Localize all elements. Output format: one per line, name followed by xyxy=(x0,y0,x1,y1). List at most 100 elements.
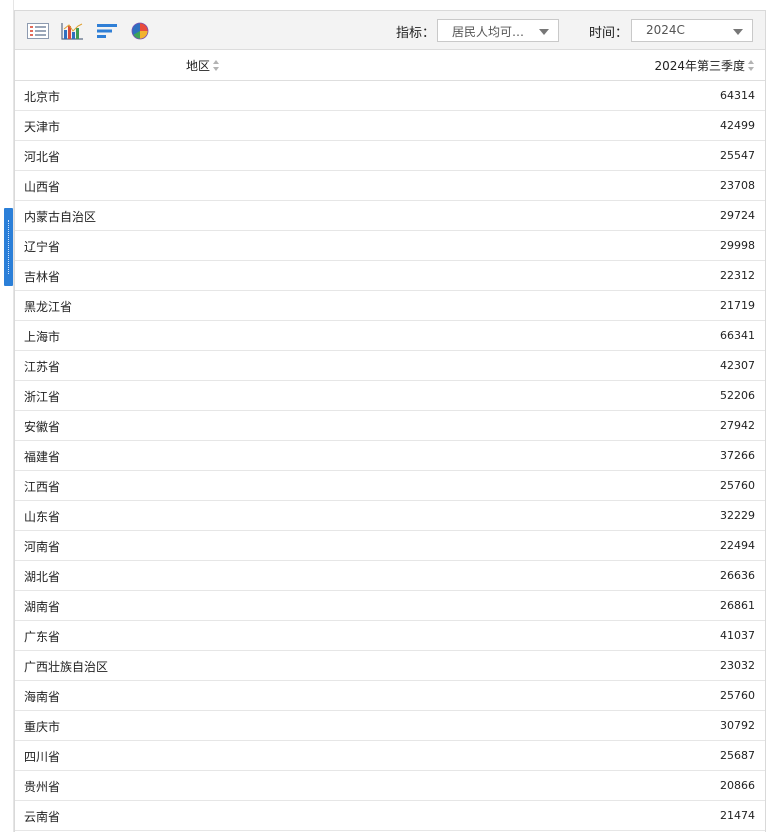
table-row[interactable]: 重庆市 30792 xyxy=(15,711,765,741)
table-row[interactable]: 湖南省 26861 xyxy=(15,591,765,621)
table-row[interactable]: 吉林省 22312 xyxy=(15,261,765,291)
table-row[interactable]: 上海市 66341 xyxy=(15,321,765,351)
table-row[interactable]: 山东省 32229 xyxy=(15,501,765,531)
region-cell: 江苏省 xyxy=(24,360,61,374)
value-cell: 22494 xyxy=(720,539,755,552)
page: 指标： 居民人均可… 时间： 2024C 地区 2024年第三季度 北京市 643… xyxy=(0,0,772,832)
region-cell: 上海市 xyxy=(24,330,61,344)
region-cell: 海南省 xyxy=(24,690,61,704)
grip-icon xyxy=(8,220,10,274)
time-label: 时间： xyxy=(589,26,629,41)
region-cell: 安徽省 xyxy=(24,420,61,434)
region-cell: 江西省 xyxy=(24,480,61,494)
value-cell: 52206 xyxy=(720,389,755,402)
region-cell: 河南省 xyxy=(24,540,61,554)
region-cell: 辽宁省 xyxy=(24,240,61,254)
region-cell: 天津市 xyxy=(24,120,61,134)
bar-chart-icon[interactable] xyxy=(60,21,84,41)
table-row[interactable]: 天津市 42499 xyxy=(15,111,765,141)
table-row[interactable]: 安徽省 27942 xyxy=(15,411,765,441)
region-cell: 湖北省 xyxy=(24,570,61,584)
chevron-down-icon xyxy=(733,29,743,35)
indicator-label: 指标： xyxy=(396,26,436,41)
value-cell: 26861 xyxy=(720,599,755,612)
value-cell: 25547 xyxy=(720,149,755,162)
value-cell: 29998 xyxy=(720,239,755,252)
table-row[interactable]: 辽宁省 29998 xyxy=(15,231,765,261)
region-cell: 贵州省 xyxy=(24,780,61,794)
value-cell: 42499 xyxy=(720,119,755,132)
value-cell: 41037 xyxy=(720,629,755,642)
region-cell: 福建省 xyxy=(24,450,61,464)
region-cell: 山东省 xyxy=(24,510,61,524)
value-cell: 26636 xyxy=(720,569,755,582)
time-select-value: 2024C xyxy=(646,23,685,37)
region-column-label: 地区 xyxy=(186,59,211,73)
sort-icon[interactable] xyxy=(748,60,755,71)
value-cell: 23708 xyxy=(720,179,755,192)
indicator-select-value: 居民人均可… xyxy=(452,25,525,39)
region-cell: 山西省 xyxy=(24,180,61,194)
table-row[interactable]: 河南省 22494 xyxy=(15,531,765,561)
value-cell: 27942 xyxy=(720,419,755,432)
value-cell: 32229 xyxy=(720,509,755,522)
table-row[interactable]: 贵州省 20866 xyxy=(15,771,765,801)
region-cell: 黑龙江省 xyxy=(24,300,73,314)
value-cell: 25687 xyxy=(720,749,755,762)
sort-icon[interactable] xyxy=(213,60,220,71)
region-cell: 北京市 xyxy=(24,90,61,104)
value-cell: 23032 xyxy=(720,659,755,672)
value-cell: 66341 xyxy=(720,329,755,342)
region-cell: 内蒙古自治区 xyxy=(24,210,97,224)
region-cell: 吉林省 xyxy=(24,270,61,284)
table-row[interactable]: 河北省 25547 xyxy=(15,141,765,171)
table-row[interactable]: 黑龙江省 21719 xyxy=(15,291,765,321)
region-cell: 浙江省 xyxy=(24,390,61,404)
value-cell: 37266 xyxy=(720,449,755,462)
value-column-label: 2024年第三季度 xyxy=(654,59,745,73)
table-row[interactable]: 湖北省 26636 xyxy=(15,561,765,591)
table-row[interactable]: 江西省 25760 xyxy=(15,471,765,501)
value-cell: 22312 xyxy=(720,269,755,282)
region-cell: 广西壮族自治区 xyxy=(24,660,109,674)
table-row[interactable]: 内蒙古自治区 29724 xyxy=(15,201,765,231)
table-row[interactable]: 广西壮族自治区 23032 xyxy=(15,651,765,681)
table-row[interactable]: 山西省 23708 xyxy=(15,171,765,201)
left-rail xyxy=(0,0,14,832)
value-cell: 64314 xyxy=(720,89,755,102)
pie-chart-icon[interactable] xyxy=(129,21,153,41)
indicator-select[interactable]: 居民人均可… xyxy=(437,19,559,42)
region-cell: 重庆市 xyxy=(24,720,61,734)
side-panel-handle[interactable] xyxy=(4,208,13,286)
table-row[interactable]: 福建省 37266 xyxy=(15,441,765,471)
table-header: 地区 2024年第三季度 xyxy=(15,50,765,81)
table-row[interactable]: 四川省 25687 xyxy=(15,741,765,771)
time-select[interactable]: 2024C xyxy=(631,19,753,42)
region-cell: 云南省 xyxy=(24,810,61,824)
table-row[interactable]: 广东省 41037 xyxy=(15,621,765,651)
value-cell: 25760 xyxy=(720,479,755,492)
table-row[interactable]: 海南省 25760 xyxy=(15,681,765,711)
value-cell: 21474 xyxy=(720,809,755,822)
table-row[interactable]: 江苏省 42307 xyxy=(15,351,765,381)
table-body: 北京市 64314 天津市 42499 河北省 25547 山西省 23708 内蒙古自治区 29… xyxy=(15,81,765,831)
region-cell: 河北省 xyxy=(24,150,61,164)
chevron-down-icon xyxy=(539,29,549,35)
region-cell: 四川省 xyxy=(24,750,61,764)
value-cell: 29724 xyxy=(720,209,755,222)
value-column-header[interactable]: 2024年第三季度 xyxy=(654,57,755,74)
table-row[interactable]: 北京市 64314 xyxy=(15,81,765,111)
value-cell: 30792 xyxy=(720,719,755,732)
horizontal-bar-chart-icon[interactable] xyxy=(95,21,119,41)
table-row[interactable]: 浙江省 52206 xyxy=(15,381,765,411)
region-cell: 湖南省 xyxy=(24,600,61,614)
region-cell: 广东省 xyxy=(24,630,61,644)
table-view-icon[interactable] xyxy=(26,21,50,41)
region-column-header[interactable]: 地区 xyxy=(186,57,220,74)
value-cell: 20866 xyxy=(720,779,755,792)
table-row[interactable]: 云南省 21474 xyxy=(15,801,765,831)
toolbar: 指标： 居民人均可… 时间： 2024C xyxy=(15,11,765,50)
data-panel: 指标： 居民人均可… 时间： 2024C 地区 2024年第三季度 北京市 643… xyxy=(14,10,766,832)
value-cell: 21719 xyxy=(720,299,755,312)
value-cell: 25760 xyxy=(720,689,755,702)
